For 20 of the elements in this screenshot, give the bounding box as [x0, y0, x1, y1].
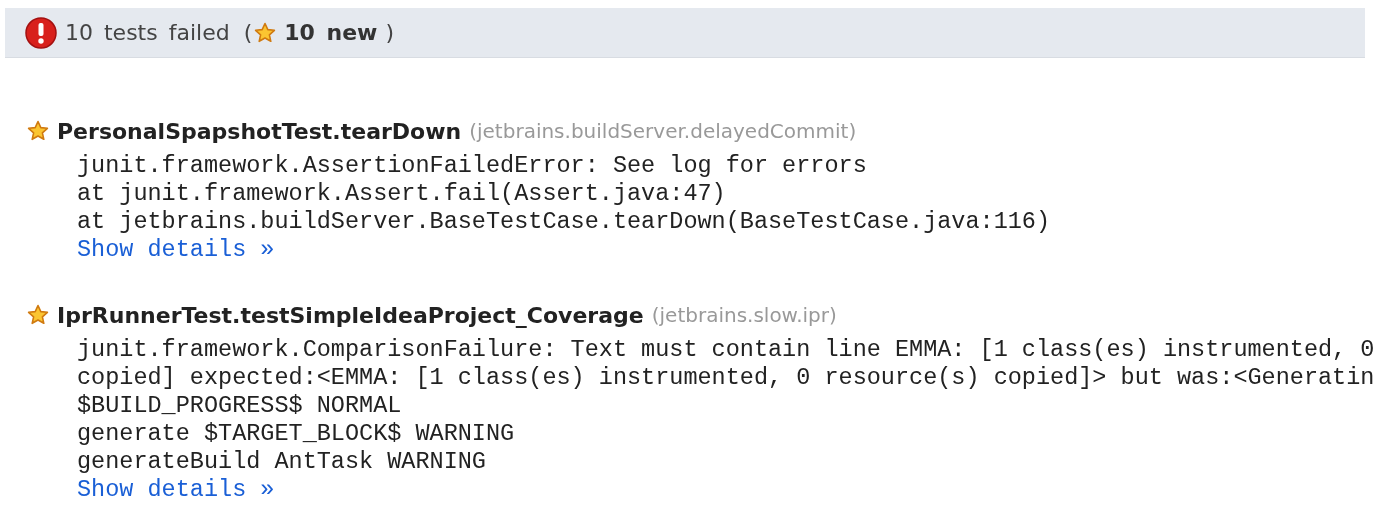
package-name: (jetbrains.slow.ipr) — [651, 303, 837, 327]
stack-trace-line: copied] expected:<EMMA: [1 class(es) instrumented, 0 resource(s) copied]> but was:<Generatin — [77, 364, 1376, 392]
stack-trace-line: generate $TARGET_BLOCK$ WARNING — [77, 420, 516, 448]
test-name: PersonalSpapshotTest.tearDown — [57, 118, 462, 144]
new-count: 10 new — [284, 20, 378, 45]
failed-count: 10 tests failed — [65, 20, 230, 45]
show-details-link[interactable]: Show details » — [77, 476, 275, 504]
paren-text: ( — [243, 20, 253, 45]
test-name: IprRunnerTest.testSimpleIdeaProject_Coverage — [57, 302, 644, 328]
paren-text: ) — [385, 20, 395, 45]
stack-trace-line: at junit.framework.Assert.fail(Assert.java:47) — [77, 180, 727, 208]
stack-trace-line: junit.framework.ComparisonFailure: Text must contain line EMMA: [1 class(es) instrumented, 0 — [77, 336, 1376, 364]
star-icon — [254, 21, 277, 44]
stack-trace-line: $BUILD_PROGRESS$ NORMAL — [77, 392, 403, 420]
stack-trace-line: at jetbrains.buildServer.BaseTestCase.tearDown(BaseTestCase.java:116) — [77, 208, 1052, 236]
package-name: (jetbrains.buildServer.delayedCommit) — [469, 119, 857, 143]
show-details-link[interactable]: Show details » — [77, 236, 275, 264]
error-icon — [25, 16, 57, 49]
stack-trace-line: junit.framework.AssertionFailedError: See log for errors — [77, 152, 868, 180]
stack-trace-line: generateBuild AntTask WARNING — [77, 448, 487, 476]
